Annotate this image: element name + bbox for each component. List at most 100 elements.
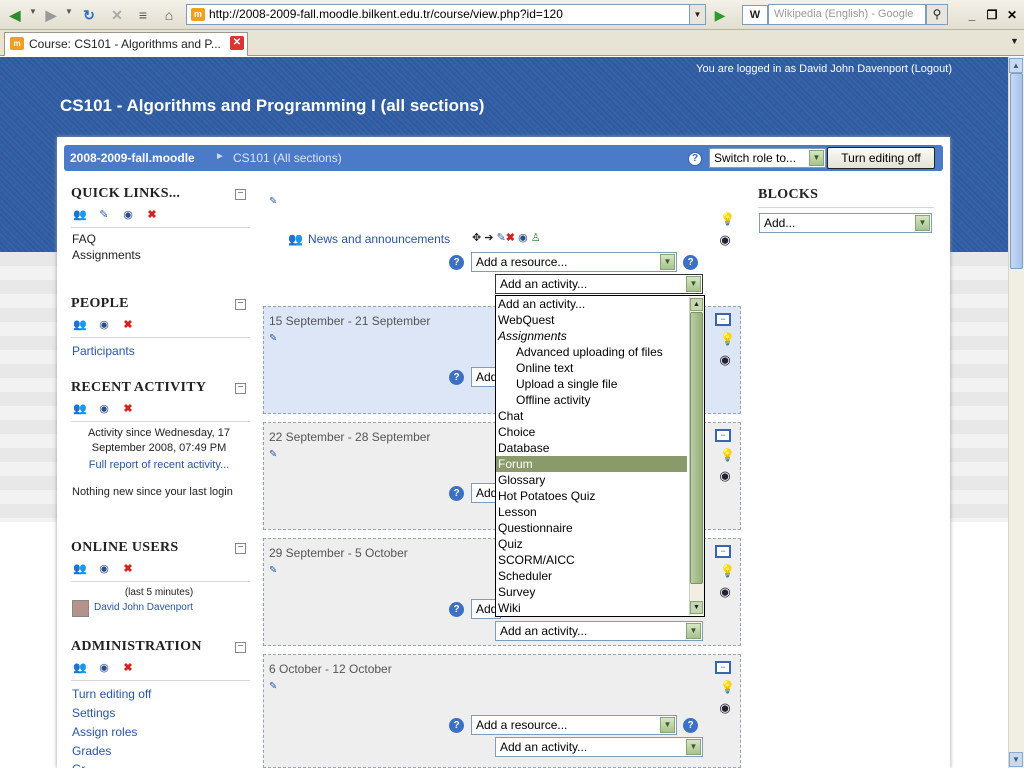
dropdown-option[interactable]: WebQuest	[498, 312, 554, 328]
assign-roles-icon[interactable]: 👥	[73, 319, 87, 332]
scroll-up-icon[interactable]: ▲	[1009, 58, 1023, 73]
back-dropdown-icon[interactable]: ▼	[29, 7, 37, 16]
eye-icon[interactable]: ◉	[718, 232, 732, 248]
eye-icon[interactable]: ◉	[518, 232, 528, 244]
dropdown-option[interactable]: Chat	[498, 408, 523, 424]
dropdown-option[interactable]: Wiki	[498, 600, 521, 616]
tab-close-icon[interactable]: ✕	[230, 36, 244, 50]
edit-summary-icon[interactable]: ✎	[269, 681, 277, 692]
minimize-icon[interactable]: _	[963, 6, 981, 24]
collapse-week-icon[interactable]: −	[715, 661, 731, 674]
address-dropdown-icon[interactable]: ▼	[689, 5, 705, 24]
collapse-week-icon[interactable]: −	[715, 313, 731, 326]
eye-icon[interactable]: ◉	[97, 662, 111, 675]
collapse-icon[interactable]: −	[235, 299, 246, 310]
chevron-down-icon[interactable]: ▼	[915, 215, 930, 231]
help-icon[interactable]: ?	[449, 255, 464, 270]
chevron-down-icon[interactable]: ▼	[686, 623, 701, 639]
quick-link-faq[interactable]: FAQ	[72, 232, 96, 246]
dropdown-option[interactable]: Offline activity	[516, 392, 590, 408]
lightbulb-icon[interactable]: 💡	[720, 332, 735, 346]
dropdown-scroll-thumb[interactable]	[690, 312, 703, 584]
chevron-down-icon[interactable]: ▼	[660, 254, 675, 270]
dropdown-option[interactable]: Choice	[498, 424, 535, 440]
scroll-up-icon[interactable]: ▲	[690, 298, 703, 311]
online-user-link[interactable]: David John Davenport	[94, 602, 193, 613]
add-resource-select[interactable]: Add a resource... ▼	[471, 715, 677, 735]
dropdown-option[interactable]: Database	[498, 440, 549, 456]
delete-icon[interactable]: ✖	[121, 563, 135, 576]
eye-icon[interactable]: ◉	[121, 209, 135, 222]
eye-icon[interactable]: ◉	[718, 700, 732, 716]
indent-icon[interactable]: ➔	[484, 232, 493, 244]
edit-summary-icon[interactable]: ✎	[269, 565, 277, 576]
news-forum-link[interactable]: News and announcements	[308, 232, 450, 246]
help-icon[interactable]: ?	[683, 255, 698, 270]
login-info[interactable]: You are logged in as David John Davenpor…	[640, 63, 952, 75]
admin-assign-roles[interactable]: Assign roles	[72, 725, 137, 739]
chevron-down-icon[interactable]: ▼	[809, 150, 824, 166]
move-icon[interactable]: ✥	[472, 232, 481, 244]
dropdown-option[interactable]: Glossary	[498, 472, 545, 488]
chevron-down-icon[interactable]: ▼	[686, 739, 701, 755]
eye-icon[interactable]: ◉	[97, 563, 111, 576]
dropdown-option[interactable]: Hot Potatoes Quiz	[498, 488, 595, 504]
dropdown-option[interactable]: Lesson	[498, 504, 537, 520]
help-icon[interactable]: ?	[449, 602, 464, 617]
dropdown-option[interactable]: Upload a single file	[516, 376, 617, 392]
edit-summary-icon[interactable]: ✎	[269, 333, 277, 344]
dropdown-option[interactable]: SCORM/AICC	[498, 552, 575, 568]
switch-role-select[interactable]: Switch role to... ▼	[709, 148, 826, 168]
admin-settings[interactable]: Settings	[72, 706, 115, 720]
delete-icon[interactable]: ✖	[121, 319, 135, 332]
lightbulb-icon[interactable]: 💡	[720, 212, 735, 226]
tab-list-icon[interactable]: ▼	[1010, 36, 1019, 46]
assign-roles-icon[interactable]: 👥	[73, 662, 87, 675]
delete-icon[interactable]: ✖	[121, 662, 135, 675]
delete-icon[interactable]: ✖	[121, 403, 135, 416]
dropdown-option[interactable]: Quiz	[498, 536, 523, 552]
help-icon[interactable]: ?	[688, 152, 702, 166]
collapse-week-icon[interactable]: −	[715, 429, 731, 442]
quick-link-assignments[interactable]: Assignments	[72, 248, 141, 262]
lightbulb-icon[interactable]: 💡	[720, 448, 735, 462]
dropdown-option[interactable]: Advanced uploading of files	[516, 344, 663, 360]
dropdown-option[interactable]: Forum	[496, 456, 687, 472]
admin-groups[interactable]: Gr...	[72, 762, 95, 768]
close-window-icon[interactable]: ✕	[1003, 6, 1021, 24]
forward-dropdown-icon[interactable]: ▼	[65, 7, 73, 16]
help-icon[interactable]: ?	[449, 370, 464, 385]
eye-icon[interactable]: ◉	[718, 584, 732, 600]
delete-icon[interactable]: ✖	[145, 209, 159, 222]
lightbulb-icon[interactable]: 💡	[720, 680, 735, 694]
dropdown-option[interactable]: Survey	[498, 584, 535, 600]
edit-icon[interactable]: ✎	[497, 232, 506, 244]
search-icon[interactable]: ⚲	[926, 4, 948, 25]
page-scroll-thumb[interactable]	[1010, 73, 1023, 269]
dropdown-option[interactable]: Online text	[516, 360, 573, 376]
edit-summary-icon[interactable]: ✎	[269, 196, 277, 207]
go-arrow-icon[interactable]: ▶	[710, 5, 730, 25]
forward-arrow-icon[interactable]: ▶	[40, 4, 62, 26]
browser-tab[interactable]: Course: CS101 - Algorithms and P...	[4, 32, 248, 56]
search-input[interactable]: Wikipedia (English) - Google	[768, 4, 926, 25]
dropdown-option[interactable]: Scheduler	[498, 568, 552, 584]
add-resource-select[interactable]: Add a resource... ▼	[471, 252, 677, 272]
lightbulb-icon[interactable]: 💡	[720, 564, 735, 578]
edit-summary-icon[interactable]: ✎	[269, 449, 277, 460]
full-report-link[interactable]: Full report of recent activity...	[72, 459, 246, 471]
admin-turn-editing-off[interactable]: Turn editing off	[72, 687, 151, 701]
eye-icon[interactable]: ◉	[718, 468, 732, 484]
restore-icon[interactable]: ❐	[983, 6, 1001, 24]
avatar[interactable]	[72, 600, 89, 617]
assign-roles-icon[interactable]: 👥	[73, 563, 87, 576]
collapse-week-icon[interactable]: −	[715, 545, 731, 558]
history-icon[interactable]: ≡	[132, 4, 154, 26]
add-block-select[interactable]: Add... ▼	[759, 213, 932, 233]
help-icon[interactable]: ?	[449, 718, 464, 733]
home-icon[interactable]: ⌂	[158, 4, 180, 26]
dropdown-option[interactable]: Questionnaire	[498, 520, 573, 536]
eye-icon[interactable]: ◉	[97, 403, 111, 416]
turn-editing-off-button[interactable]: Turn editing off	[827, 147, 935, 169]
assign-roles-icon[interactable]: 👥	[73, 403, 87, 416]
